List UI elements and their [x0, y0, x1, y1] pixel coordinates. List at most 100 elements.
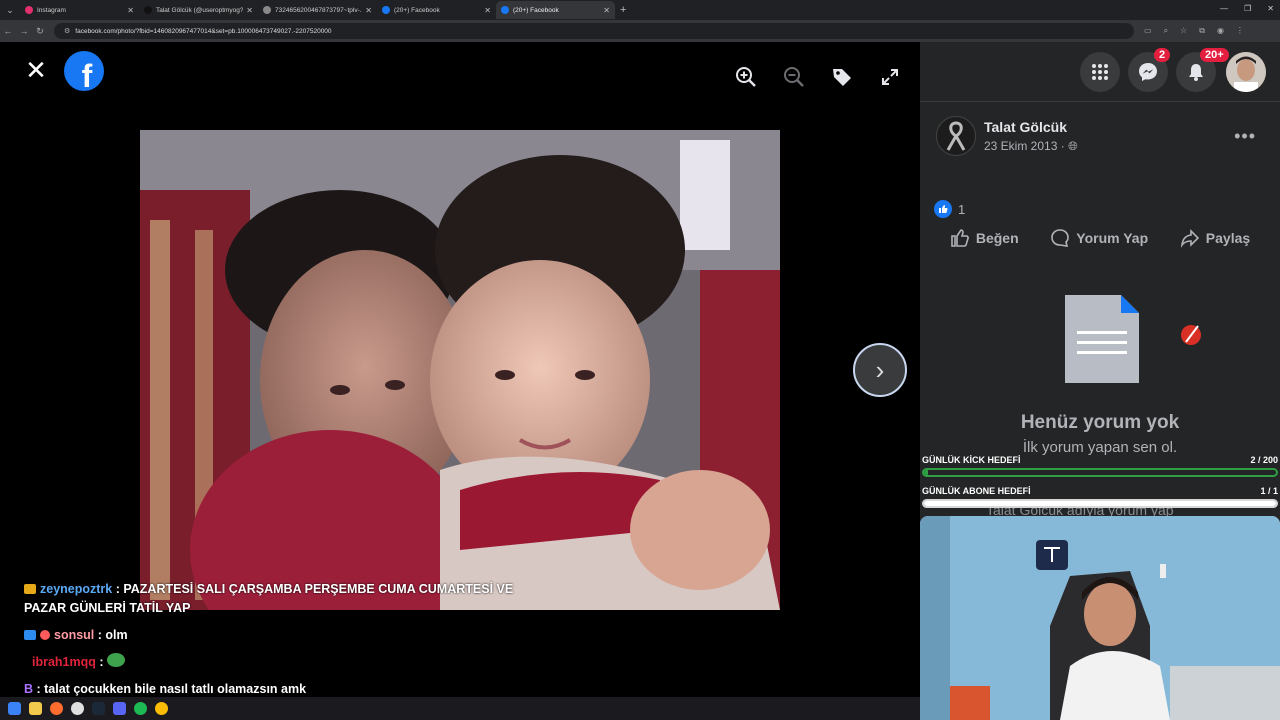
notifications-badge: 20+: [1200, 48, 1229, 62]
tab-title: Instagram: [37, 6, 66, 14]
stream-chat-overlay: zeynepoztrk : PAZARTESİ SALI ÇARŞAMBA PE…: [24, 580, 544, 707]
tab-close-icon[interactable]: ✕: [127, 6, 134, 15]
tag-icon[interactable]: [824, 59, 860, 95]
tab-title: Talat Gölcük (@useroptmyog?...: [156, 6, 244, 14]
browser-tab-active[interactable]: (20+) Facebook ✕: [496, 1, 615, 19]
windows-start-icon[interactable]: [8, 702, 21, 715]
tiktok-favicon-icon: [144, 6, 152, 14]
facebook-logo-icon[interactable]: f: [64, 51, 104, 91]
minimize-icon[interactable]: —: [1220, 4, 1228, 13]
share-arrow-icon: [1180, 229, 1199, 248]
messenger-badge: 2: [1154, 48, 1171, 62]
chat-badge-letter: B: [24, 682, 34, 696]
apps-menu-button[interactable]: [1080, 52, 1120, 92]
browser-tab[interactable]: Instagram ✕: [20, 1, 139, 19]
steam-icon[interactable]: [92, 702, 105, 715]
extensions-icon[interactable]: ⧉: [1199, 26, 1205, 36]
pen-sticker-icon: [1178, 322, 1204, 353]
post-author[interactable]: Talat Gölcük: [984, 119, 1078, 135]
chevron-right-icon: ›: [875, 354, 885, 385]
sub-goal-widget: GÜNLÜK ABONE HEDEFİ 1 / 1: [922, 486, 1278, 508]
author-avatar[interactable]: [936, 116, 976, 156]
more-options-icon[interactable]: •••: [1234, 126, 1256, 147]
goal-value: 2 / 200: [1250, 455, 1278, 465]
share-label: Paylaş: [1205, 230, 1251, 246]
spotify-icon[interactable]: [134, 702, 147, 715]
share-button[interactable]: Paylaş: [1180, 228, 1250, 248]
chat-message: ibrah1mqq :: [24, 653, 544, 672]
firefox-icon[interactable]: [50, 702, 63, 715]
profile-icon[interactable]: ◉: [1217, 26, 1224, 36]
tab-close-icon[interactable]: ✕: [603, 6, 610, 15]
menu-dots-icon[interactable]: ⋮: [1236, 26, 1244, 36]
pokeball-badge-icon: [40, 630, 50, 640]
bookmark-star-icon[interactable]: ☆: [1180, 26, 1187, 36]
comment-button[interactable]: Yorum Yap: [1050, 228, 1148, 248]
chat-message: sonsul : olm: [24, 626, 544, 645]
like-button[interactable]: Beğen: [950, 228, 1019, 248]
goal-progress-bar: [922, 499, 1278, 508]
kick-goal-widget: GÜNLÜK KİCK HEDEFİ 2 / 200: [922, 455, 1278, 477]
globe-favicon-icon: [263, 6, 271, 14]
discord-icon[interactable]: [113, 702, 126, 715]
close-icon[interactable]: ✕: [24, 57, 48, 83]
chrome-icon[interactable]: [155, 702, 168, 715]
chat-message: zeynepoztrk : PAZARTESİ SALI ÇARŞAMBA PE…: [24, 582, 514, 615]
messenger-icon: [1139, 63, 1157, 81]
tab-search-icon[interactable]: ⌄: [0, 0, 20, 20]
thumbs-up-icon: [951, 229, 969, 247]
zoom-out-icon[interactable]: [776, 59, 812, 95]
file-explorer-icon[interactable]: [29, 702, 42, 715]
site-info-icon[interactable]: ⚙: [64, 27, 70, 35]
no-comments-subtitle: İlk yorum yapan sen ol.: [1022, 439, 1178, 456]
zoom-in-icon[interactable]: [728, 59, 764, 95]
emote-icon: [107, 653, 126, 667]
chat-username: zeynepoztrk: [40, 582, 113, 596]
browser-tab[interactable]: (20+) Facebook ✕: [377, 1, 496, 19]
browser-tab[interactable]: 7324656200467873797~tplv-... ✕: [258, 1, 377, 19]
forward-icon[interactable]: →: [16, 26, 32, 36]
post-date[interactable]: 23 Ekim 2013: [984, 139, 1057, 153]
sub-badge-icon: [24, 630, 36, 640]
no-comments-document-icon: [1065, 295, 1139, 388]
window-controls: — ❐ ✕: [1220, 4, 1274, 13]
goal-progress-fill: [924, 501, 1276, 506]
instagram-favicon-icon: [25, 6, 33, 14]
bell-icon: [1189, 64, 1203, 81]
post-header: Talat Gölcük 23 Ekim 2013 · 🌐︎: [936, 116, 1078, 156]
streamer-webcam: [920, 516, 1280, 720]
comment-bubble-icon: [1051, 229, 1070, 247]
obs-icon[interactable]: [71, 702, 84, 715]
tab-title: 7324656200467873797~tplv-...: [275, 6, 363, 14]
reload-icon[interactable]: ↻: [32, 26, 48, 37]
account-avatar[interactable]: [1226, 52, 1266, 92]
tab-close-icon[interactable]: ✕: [246, 6, 253, 15]
panel-header: 2 20+: [920, 42, 1280, 102]
comment-label: Yorum Yap: [1076, 230, 1149, 246]
goal-label: GÜNLÜK KİCK HEDEFİ: [922, 455, 1021, 465]
new-tab-icon[interactable]: +: [620, 4, 626, 16]
browser-tab[interactable]: Talat Gölcük (@useroptmyog?... ✕: [139, 1, 258, 19]
cast-icon[interactable]: ▭: [1144, 26, 1152, 36]
next-photo-button[interactable]: ›: [853, 343, 907, 397]
back-icon[interactable]: ←: [0, 26, 16, 36]
tab-close-icon[interactable]: ✕: [365, 6, 372, 15]
goal-label: GÜNLÜK ABONE HEDEFİ: [922, 486, 1031, 496]
tab-title: (20+) Facebook: [513, 6, 559, 14]
reactions-summary[interactable]: 1: [934, 200, 965, 218]
goal-progress-fill: [924, 470, 928, 475]
like-reaction-icon: [934, 200, 952, 218]
restore-icon[interactable]: ❐: [1244, 4, 1251, 13]
tab-close-icon[interactable]: ✕: [484, 6, 491, 15]
goal-progress-bar: [922, 468, 1278, 477]
chat-username: ibrah1mqq: [32, 655, 96, 669]
window-close-icon[interactable]: ✕: [1267, 4, 1274, 13]
url-field[interactable]: ⚙ facebook.com/photo/?fbid=1460820967477…: [54, 23, 1134, 39]
search-icon[interactable]: ⌕: [1164, 26, 1168, 36]
chat-text: olm: [105, 628, 128, 642]
fullscreen-icon[interactable]: [872, 59, 908, 95]
no-comments-title: Henüz yorum yok: [1020, 412, 1180, 433]
address-bar-row: ← → ↻ ⚙ facebook.com/photo/?fbid=1460820…: [0, 20, 1280, 42]
os-taskbar: [0, 697, 920, 720]
like-count: 1: [958, 201, 966, 217]
